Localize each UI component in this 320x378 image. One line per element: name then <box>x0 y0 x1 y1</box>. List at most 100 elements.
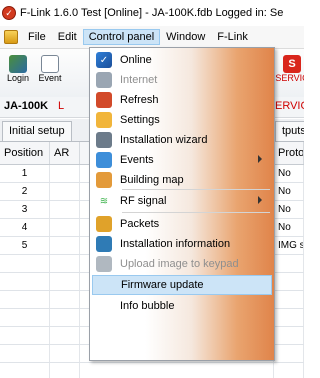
cell-ar <box>50 255 80 272</box>
cell-ar <box>50 327 80 344</box>
cell-protocol <box>274 309 304 326</box>
menu-item-online[interactable]: ✓ Online <box>92 50 272 70</box>
cell-position <box>0 327 50 344</box>
cell-ar <box>50 345 80 362</box>
refresh-icon <box>96 92 112 108</box>
globe-icon <box>96 72 112 88</box>
cell-ar <box>50 273 80 290</box>
cell-ar <box>50 291 80 308</box>
cell-protocol: IMG s <box>274 237 304 254</box>
column-header-protocol[interactable]: Proto <box>274 142 304 164</box>
cell-position <box>0 345 50 362</box>
menu-control-panel[interactable]: Control panel <box>82 29 161 45</box>
package-icon <box>96 216 112 232</box>
menu-item-rf-signal[interactable]: ≋ RF signal <box>92 191 272 211</box>
device-id: JA-100K <box>4 100 49 112</box>
menu-item-label: Online <box>120 54 152 66</box>
submenu-arrow-icon <box>258 196 262 204</box>
menu-item-label: Packets <box>120 218 160 230</box>
cell-ar <box>50 165 80 182</box>
tab-initial-setup[interactable]: Initial setup <box>2 121 72 141</box>
submenu-arrow-icon <box>258 155 262 163</box>
column-header-ar[interactable]: AR <box>50 142 80 164</box>
tools-icon <box>96 236 112 252</box>
title-bar: ✓ F-Link 1.6.0 Test [Online] - JA-100K.f… <box>0 0 304 27</box>
menu-f-link[interactable]: F-Link <box>211 29 254 45</box>
service-label: SERVIC <box>275 73 304 83</box>
login-label: Login <box>6 73 30 83</box>
window-title: F-Link 1.6.0 Test [Online] - JA-100K.fdb… <box>20 7 284 19</box>
menu-item-events[interactable]: Events <box>92 150 272 170</box>
menu-item-installation-wizard[interactable]: Installation wizard <box>92 130 272 150</box>
menu-item-upload-image-to-keypad: Upload image to keypad <box>92 254 272 274</box>
login-icon <box>9 55 27 73</box>
menu-item-label: Internet <box>120 74 158 86</box>
menu-item-info-bubble[interactable]: Info bubble <box>92 296 272 316</box>
empty-icon-slot <box>97 277 113 293</box>
cell-position: 3 <box>0 201 50 218</box>
tab-outputs[interactable]: tputs <box>275 121 304 141</box>
cell-position: 1 <box>0 165 50 182</box>
table-row[interactable] <box>0 363 304 378</box>
menu-item-building-map[interactable]: Building map <box>92 170 272 190</box>
service-button[interactable]: S SERVIC <box>275 53 304 89</box>
menu-item-settings[interactable]: Settings <box>92 110 272 130</box>
cell-protocol <box>274 255 304 272</box>
menu-bar: File Edit Control panel Window F-Link <box>0 26 304 49</box>
menu-item-label: RF signal <box>120 195 167 207</box>
gear-icon <box>96 112 112 128</box>
menu-item-label: Settings <box>120 114 160 126</box>
login-button[interactable]: Login <box>2 53 34 89</box>
control-panel-menu: ✓ Online Internet Refresh Settings Installati… <box>89 47 275 361</box>
cell-protocol: No <box>274 165 304 182</box>
cell-ar <box>50 237 80 254</box>
wand-icon <box>96 132 112 148</box>
menu-item-internet: Internet <box>92 70 272 90</box>
menu-item-label: Info bubble <box>120 300 175 312</box>
service-icon: S <box>283 55 301 73</box>
menu-item-label: Events <box>120 154 154 166</box>
menu-item-installation-information[interactable]: Installation information <box>92 234 272 254</box>
cell-ar <box>50 183 80 200</box>
app-window: ✓ F-Link 1.6.0 Test [Online] - JA-100K.f… <box>0 0 304 378</box>
menu-item-refresh[interactable]: Refresh <box>92 90 272 110</box>
cell-position <box>0 309 50 326</box>
cell-position <box>0 273 50 290</box>
app-logo-icon: ✓ <box>2 6 16 20</box>
events-button[interactable]: Event <box>34 53 66 89</box>
menu-item-label: Firmware update <box>121 279 204 291</box>
cell-protocol: No <box>274 183 304 200</box>
cell-protocol <box>274 363 304 378</box>
cell-position: 2 <box>0 183 50 200</box>
cell-position <box>0 255 50 272</box>
menu-edit[interactable]: Edit <box>52 29 83 45</box>
menu-item-packets[interactable]: Packets <box>92 214 272 234</box>
cell-ar <box>50 309 80 326</box>
signal-icon: ≋ <box>99 195 109 207</box>
menu-file[interactable]: File <box>22 29 52 45</box>
menu-window[interactable]: Window <box>160 29 211 45</box>
device-status-text: L <box>58 100 65 112</box>
cell-ar <box>50 201 80 218</box>
image-upload-icon <box>96 256 112 272</box>
menu-separator <box>122 212 270 213</box>
check-icon: ✓ <box>96 52 112 68</box>
service-status-text: ERVICE <box>275 100 304 112</box>
cell-protocol: No <box>274 201 304 218</box>
menu-item-label: Installation information <box>120 238 231 250</box>
cell-hidden <box>80 363 274 378</box>
column-header-position[interactable]: Position <box>0 142 50 164</box>
cell-protocol <box>274 273 304 290</box>
menu-item-firmware-update[interactable]: Firmware update <box>92 275 272 295</box>
cell-protocol: No <box>274 219 304 236</box>
cell-position <box>0 363 50 378</box>
menu-item-label: Building map <box>120 174 184 186</box>
cell-protocol <box>274 345 304 362</box>
cell-position: 5 <box>0 237 50 254</box>
calendar-icon <box>96 152 112 168</box>
menu-item-label: Upload image to keypad <box>120 258 239 270</box>
cell-protocol <box>274 327 304 344</box>
menu-separator <box>122 189 270 190</box>
empty-icon-slot <box>96 298 112 314</box>
events-label: Event <box>38 73 62 83</box>
